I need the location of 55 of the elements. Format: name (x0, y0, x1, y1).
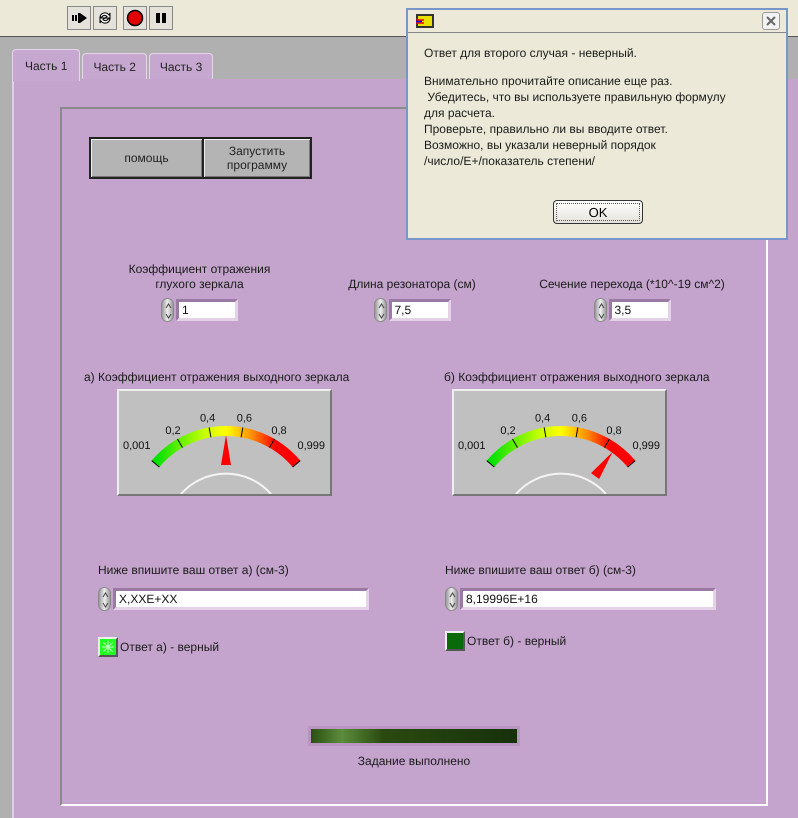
spin-button[interactable] (161, 298, 174, 322)
spin-button[interactable] (594, 298, 606, 322)
gauge-title: а) Коэффициент отражения выходного зеркала (84, 370, 350, 384)
tab[interactable]: Часть 1 (12, 49, 80, 81)
gauge-label: 0,999 (297, 440, 325, 452)
field-label: Длина резонатора (см) (348, 277, 476, 292)
abort-button[interactable] (123, 6, 147, 30)
action-button[interactable]: Запустить программу (202, 137, 312, 179)
indicator-label: Ответ а) - верный (120, 640, 220, 654)
run-button[interactable] (67, 6, 91, 30)
gauge-label: 0,2 (165, 425, 181, 438)
gauge-label: 0,2 (500, 425, 516, 438)
gauge-label: 0,8 (271, 425, 287, 438)
gauge-title: б) Коэффициент отражения выходного зеркала (444, 370, 710, 384)
close-button[interactable] (762, 12, 780, 30)
tab[interactable]: Часть 2 (82, 53, 147, 79)
field-label: Ниже впишите ваш ответ б) (см-3) (445, 563, 636, 577)
gauge-needle (221, 435, 231, 465)
tab[interactable]: Часть 3 (148, 53, 214, 79)
message-text: для расчета. (424, 105, 496, 121)
message-text: /число/Е+/показатель степени/ (424, 153, 596, 169)
message-text: Внимательно прочитайте описание еще раз. (424, 73, 674, 89)
message-text: Убедитесь, что вы используете правильную формулу (426, 89, 727, 105)
gauge-label: 0,001 (123, 440, 151, 452)
input-field[interactable]: 3,5 (608, 299, 670, 321)
pause-button[interactable] (149, 6, 173, 30)
ok-button[interactable]: OK (553, 200, 643, 224)
gauge-needle (591, 452, 613, 480)
status-label: Задание выполнено (358, 754, 470, 768)
gauge-label: 0,6 (236, 412, 252, 425)
spin-button[interactable] (445, 587, 458, 611)
gauge-label: 0,8 (606, 425, 622, 438)
close-icon (766, 16, 776, 26)
app-icon (416, 14, 434, 28)
input-field[interactable]: X,XXE+XX (113, 588, 369, 610)
message-text: Возможно, вы указали неверный порядок (424, 137, 657, 153)
input-field[interactable]: 7,5 (388, 299, 450, 321)
field-label: Ниже впишите ваш ответ а) (см-3) (98, 563, 289, 577)
message-text: Ответ для второго случая - неверный. (424, 45, 638, 61)
gauge-label: 0,4 (534, 412, 550, 425)
spin-button[interactable] (98, 587, 111, 611)
message-text: Проверьте, правильно ли вы вводите ответ. (424, 121, 669, 137)
action-button[interactable]: помощь (89, 137, 204, 179)
abort-icon (126, 9, 144, 27)
field-label: Сечение перехода (*10^-19 см^2) (539, 277, 725, 292)
gauge-label: 0,999 (632, 440, 660, 452)
indicator-label: Ответ б) - верный (467, 634, 566, 648)
gauge-label: 0,6 (572, 412, 588, 425)
gauge-label: 0,4 (200, 412, 216, 425)
gauge-label: 0,001 (458, 440, 486, 452)
input-field[interactable]: 1 (176, 299, 238, 321)
run-continuous-button[interactable] (93, 6, 117, 30)
field-label: Коэффициент отражения глухого зеркала (128, 262, 272, 292)
spin-button[interactable] (374, 298, 386, 322)
input-field[interactable]: 8,19996E+16 (460, 588, 716, 610)
